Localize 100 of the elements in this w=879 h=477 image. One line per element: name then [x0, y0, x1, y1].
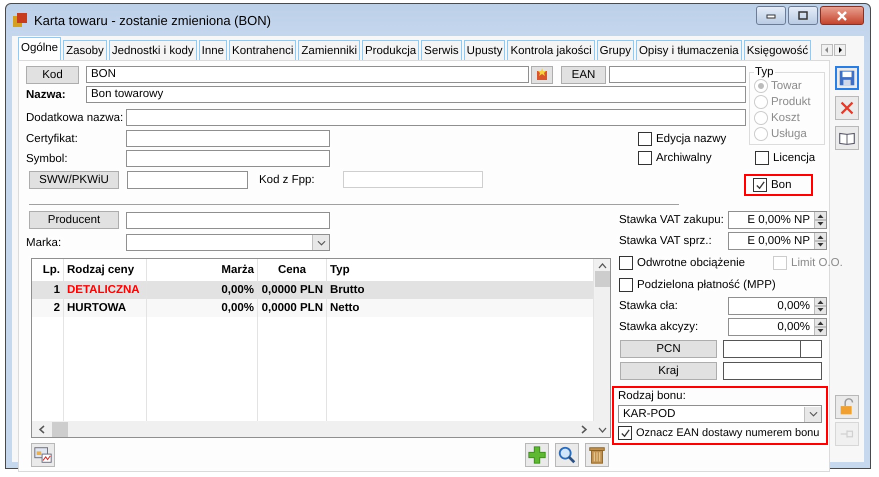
- checkbox[interactable]: [618, 426, 632, 440]
- table-cell: HURTOWA: [64, 299, 147, 317]
- tab[interactable]: Produkcja: [362, 40, 420, 60]
- table-cell: 0,0000 PLN: [258, 281, 327, 299]
- scroll-thumb[interactable]: [594, 271, 610, 287]
- spin-field[interactable]: 0,00%: [728, 318, 827, 336]
- save-icon: [837, 68, 857, 88]
- checkbox-label: Limit O.O.: [791, 257, 843, 269]
- input-field[interactable]: [126, 150, 330, 167]
- tab[interactable]: Zasoby: [63, 40, 107, 60]
- chevron-icon[interactable]: [312, 235, 329, 250]
- plus-icon: [527, 445, 547, 465]
- producer-button[interactable]: Producent: [29, 211, 119, 229]
- tab[interactable]: Ogólne: [18, 37, 62, 60]
- dropdown[interactable]: [126, 234, 330, 251]
- close-button[interactable]: [820, 6, 864, 25]
- field-label: Symbol:: [26, 152, 69, 164]
- picker-button[interactable]: [531, 66, 553, 84]
- input-field[interactable]: [609, 66, 746, 83]
- code-button[interactable]: Kod: [26, 66, 79, 84]
- app-icon: [12, 12, 28, 28]
- minimize-icon: [766, 12, 776, 18]
- checkbox[interactable]: [753, 178, 767, 192]
- spin-arrows-icon[interactable]: [814, 212, 826, 228]
- dropdown[interactable]: KAR-POD: [618, 405, 822, 423]
- tab[interactable]: Inne: [198, 40, 228, 60]
- field-label: Marka:: [26, 236, 62, 248]
- checkbox[interactable]: [638, 132, 652, 146]
- chevron-icon[interactable]: [804, 406, 821, 422]
- group-label: Typ: [754, 66, 775, 78]
- spin-arrows-icon[interactable]: [814, 233, 826, 249]
- radio-label: Produkt: [771, 96, 811, 108]
- input-field[interactable]: [127, 170, 248, 188]
- input-field[interactable]: [126, 130, 330, 147]
- radio-label: Towar: [771, 80, 802, 92]
- tab[interactable]: Serwis: [421, 40, 462, 60]
- field-label: Rodzaj bonu:: [618, 390, 687, 402]
- spin-field[interactable]: E 0,00% NP: [728, 211, 827, 229]
- spin-field[interactable]: E 0,00% NP: [728, 232, 827, 250]
- input-field[interactable]: [126, 212, 330, 228]
- close-icon: [836, 10, 848, 20]
- spin-arrows-icon[interactable]: [814, 319, 826, 335]
- tab[interactable]: Kontrola jakości: [507, 40, 595, 60]
- checkbox-label: Archiwalny: [656, 152, 712, 164]
- close-button[interactable]: [835, 96, 859, 120]
- tab[interactable]: Opisy i tłumaczenia: [636, 40, 742, 60]
- tab[interactable]: Zamienniki: [298, 40, 360, 60]
- checkbox[interactable]: [619, 256, 633, 270]
- maximize-icon: [798, 11, 808, 20]
- trash-button[interactable]: [585, 443, 609, 467]
- input-field[interactable]: [126, 109, 746, 126]
- tab[interactable]: Grupy: [596, 40, 634, 60]
- star-icon: [535, 66, 549, 80]
- table-cell: Brutto: [327, 281, 594, 299]
- checkbox-label: Oznacz EAN dostawy numerem bonu: [636, 427, 820, 439]
- trash-icon: [587, 445, 607, 465]
- input-field[interactable]: [723, 340, 822, 358]
- vertical-scrollbar[interactable]: [594, 259, 610, 437]
- field-label: Certyfikat:: [26, 132, 79, 144]
- input-field[interactable]: BON: [86, 66, 529, 83]
- book-button[interactable]: [835, 126, 859, 150]
- checkbox[interactable]: [755, 151, 769, 165]
- field-label: Stawka VAT sprz.:: [619, 235, 712, 247]
- checkbox[interactable]: [619, 278, 633, 292]
- field-label: Kod z Fpp:: [259, 174, 316, 186]
- horizontal-scrollbar[interactable]: [32, 421, 594, 437]
- checkbox-label: Bon: [771, 179, 792, 191]
- checkbox-label: Podzielona płatność (MPP): [637, 279, 776, 291]
- spin-arrows-icon[interactable]: [814, 298, 826, 314]
- tab[interactable]: Księgowość: [744, 40, 812, 60]
- report-icon: [33, 445, 53, 465]
- field-label: Nazwa:: [26, 88, 67, 100]
- checkbox[interactable]: [638, 151, 652, 165]
- minimize-button[interactable]: [756, 6, 786, 25]
- table-cell: Netto: [327, 299, 594, 317]
- maximize-button[interactable]: [788, 6, 818, 25]
- field-label: Stawka cła:: [619, 300, 678, 312]
- tab[interactable]: Upusty: [464, 40, 506, 60]
- checkbox-label: Edycja nazwy: [656, 133, 726, 145]
- input-field[interactable]: [723, 362, 822, 380]
- classification-button[interactable]: SWW/PKWiU: [29, 170, 119, 188]
- table-cell: DETALICZNA: [64, 281, 147, 299]
- save-button[interactable]: [835, 66, 859, 90]
- field-label: Stawka VAT zakupu:: [619, 214, 724, 226]
- tab[interactable]: Kontrahenci: [229, 40, 296, 60]
- input-field[interactable]: Bon towarowy: [86, 86, 746, 103]
- tab[interactable]: Jednostki i kody: [108, 40, 197, 60]
- spin-field[interactable]: 0,00%: [728, 297, 827, 315]
- search-button[interactable]: [555, 443, 579, 467]
- table-cell: 0,00%: [147, 281, 258, 299]
- field-label: Dodatkowa nazwa:: [26, 112, 124, 124]
- plus-button[interactable]: [525, 443, 549, 467]
- ean-button[interactable]: EAN: [561, 66, 606, 84]
- scroll-right-icon[interactable]: [834, 44, 846, 56]
- lookup-button[interactable]: Kraj: [620, 362, 717, 380]
- report-button[interactable]: [31, 443, 55, 467]
- checkbox-label: Licencja: [773, 152, 816, 164]
- search-icon: [557, 445, 577, 465]
- scroll-thumb[interactable]: [52, 422, 68, 436]
- lookup-button[interactable]: PCN: [620, 340, 717, 358]
